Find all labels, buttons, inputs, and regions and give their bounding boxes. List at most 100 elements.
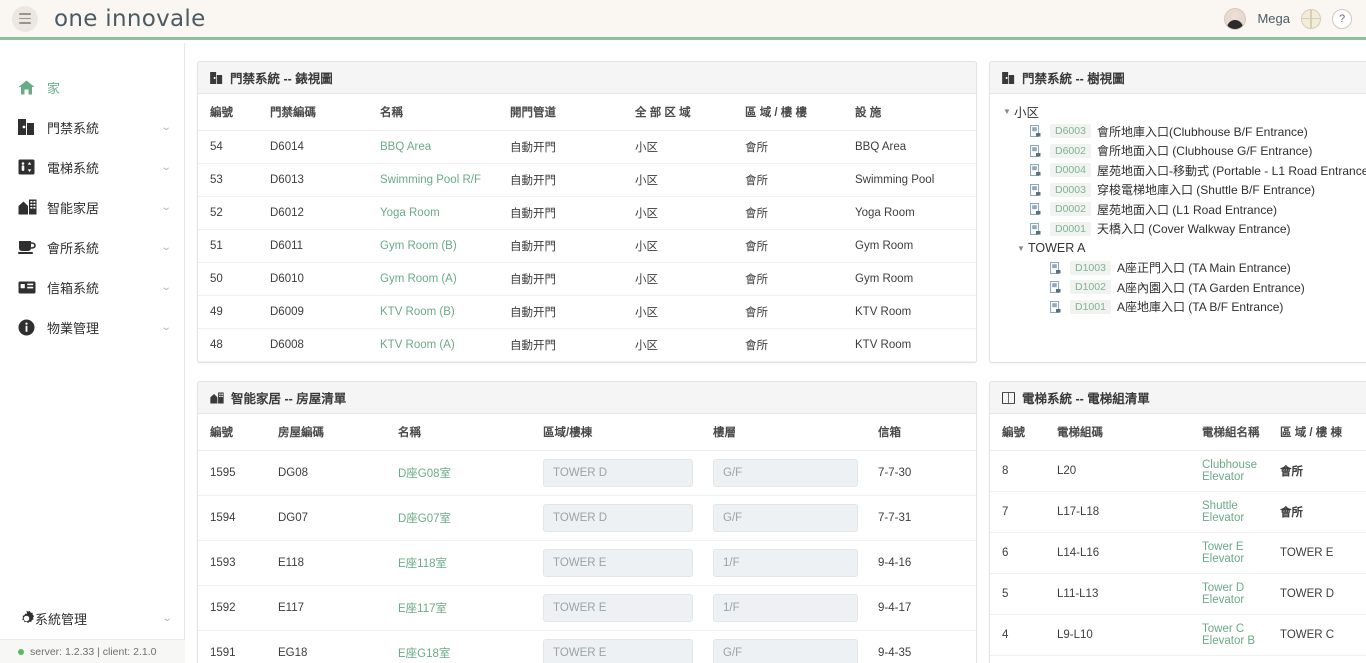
table-row[interactable]: 7 L17-L18 Shuttle Elevator 會所 [990,491,1366,533]
table-row[interactable]: 1591 EG18 E座G18室 TOWER E G/F 9-4-35 [198,630,976,663]
table-row[interactable]: 50 D6010 Gym Room (A) 自動开門 小区 會所 Gym Roo… [198,262,976,296]
col-header[interactable]: 區 域 / 樓 樓 [733,94,843,131]
col-header[interactable]: 區域/樓棟 [531,414,701,451]
table-row[interactable]: 6 L14-L16 Tower E Elevator TOWER E [990,532,1366,574]
chevron-down-icon[interactable]: ▼ [1000,107,1014,116]
user-name[interactable]: Mega [1257,11,1290,26]
table-row[interactable]: 1595 DG08 D座G08室 TOWER D G/F 7-7-30 [198,450,976,496]
tower-input[interactable]: TOWER D [543,504,693,532]
cell-name-link[interactable]: E座G18室 [386,630,531,663]
tree-node-leaf[interactable]: D1001 A座地庫入口 (TA B/F Entrance) [1000,297,1366,317]
cell-name-link[interactable]: KTV Room (A) [368,328,498,362]
sidebar-footer: 系統管理 ⌄ server: 1.2.33 | client: 2.1.0 [0,597,185,663]
chevron-down-icon[interactable]: ⌄ [160,282,171,293]
sidebar-item-smart-home[interactable]: 智能家居 ⌄ [0,187,184,227]
table-row[interactable]: 48 D6008 KTV Room (A) 自動开門 小区 會所 KTV Roo… [198,328,976,362]
col-header[interactable]: 信箱 [866,414,976,451]
col-header[interactable]: 門禁編碼 [258,94,368,131]
tree-node-leaf[interactable]: D0004 屋苑地面入口-移動式 (Portable - L1 Road Ent… [1000,161,1366,181]
table-row[interactable]: 5 L11-L13 Tower D Elevator TOWER D [990,573,1366,615]
cell-name-link[interactable]: KTV Room (B) [368,295,498,329]
tower-input[interactable]: TOWER E [543,594,693,622]
sidebar-item-clubhouse[interactable]: 會所系統 ⌄ [0,227,184,267]
cell-name-link[interactable]: Swimming Pool R/F [368,163,498,197]
col-header[interactable]: 電梯組碼 [1045,414,1190,451]
cell-name-link[interactable]: Clubhouse Elevator [1190,450,1268,492]
table-row[interactable]: 51 D6011 Gym Room (B) 自動开門 小区 會所 Gym Roo… [198,229,976,263]
floor-input[interactable]: 1/F [713,549,858,577]
chevron-down-icon[interactable]: ⌄ [160,122,171,133]
cell-name-link[interactable]: Tower E Elevator [1190,532,1268,574]
col-header[interactable]: 開門管道 [498,94,623,131]
table-row[interactable]: 52 D6012 Yoga Room 自動开門 小区 會所 Yoga Room [198,196,976,230]
table-row[interactable]: 54 D6014 BBQ Area 自動开門 小区 會所 BBQ Area [198,130,976,164]
table-row[interactable]: 3 L7-L8 Tower C Elevator A TOWER C [990,655,1366,663]
tree-node-leaf[interactable]: D1002 A座內園入口 (TA Garden Entrance) [1000,278,1366,298]
col-header[interactable]: 設 施 [843,94,976,131]
cell-name-link[interactable]: E座118室 [386,540,531,586]
cell-name-link[interactable]: E座117室 [386,585,531,631]
table-row[interactable]: 49 D6009 KTV Room (B) 自動开門 小区 會所 KTV Roo… [198,295,976,329]
sidebar-item-property[interactable]: 物業管理 ⌄ [0,307,184,347]
chevron-down-icon[interactable]: ▼ [1014,244,1028,253]
globe-icon[interactable] [1301,8,1321,29]
col-header[interactable]: 電梯組名稱 [1190,414,1268,451]
sidebar-item-access-control[interactable]: 門禁系統 ⌄ [0,107,184,147]
cell-name-link[interactable]: D座G08室 [386,450,531,496]
col-header[interactable]: 樓層 [701,414,866,451]
table-row[interactable]: 1593 E118 E座118室 TOWER E 1/F 9-4-16 [198,540,976,586]
tree-node-leaf[interactable]: D6003 會所地庫入口(Clubhouse B/F Entrance) [1000,122,1366,142]
tree-node-leaf[interactable]: D0002 屋苑地面入口 (L1 Road Entrance) [1000,200,1366,220]
cell-name-link[interactable]: Tower C Elevator A [1190,655,1268,663]
tree-node-leaf[interactable]: D1003 A座正門入口 (TA Main Entrance) [1000,258,1366,278]
sidebar-item-home[interactable]: 家 [0,67,184,107]
chevron-down-icon[interactable]: ⌄ [161,613,172,624]
help-icon[interactable]: ? [1332,8,1352,29]
col-header[interactable]: 房屋編碼 [266,414,386,451]
tree-node-leaf[interactable]: D0003 穿梭電梯地庫入口 (Shuttle B/F Entrance) [1000,180,1366,200]
tree-node-leaf[interactable]: D0001 天橋入口 (Cover Walkway Entrance) [1000,219,1366,239]
col-header[interactable]: 編號 [198,414,266,451]
tree-node-root[interactable]: ▼ TOWER A [1000,239,1366,259]
chevron-down-icon[interactable]: ⌄ [160,242,171,253]
sidebar-item-mailbox[interactable]: 信箱系統 ⌄ [0,267,184,307]
col-header[interactable]: 名稱 [386,414,531,451]
cell-name-link[interactable]: D座G07室 [386,495,531,541]
sidebar-item-system-admin[interactable]: 系統管理 ⌄ [0,597,185,639]
cell-name-link[interactable]: BBQ Area [368,130,498,164]
floor-input[interactable]: G/F [713,639,858,663]
chevron-down-icon[interactable]: ⌄ [160,202,171,213]
cell-name-link[interactable]: Shuttle Elevator [1190,491,1268,533]
floor-input[interactable]: G/F [713,459,858,487]
col-header[interactable]: 全 部 区 域 [623,94,733,131]
tree-node-root[interactable]: ▼ 小区 [1000,102,1366,122]
tree-node-leaf[interactable]: D6002 會所地面入口 (Clubhouse G/F Entrance) [1000,141,1366,161]
smart-home-icon [18,199,38,215]
chevron-down-icon[interactable]: ⌄ [160,162,171,173]
col-header[interactable]: 編號 [198,94,258,131]
col-header[interactable]: 編號 [990,414,1045,451]
sidebar-item-elevator[interactable]: 電梯系統 ⌄ [0,147,184,187]
cell-name-link[interactable]: Tower C Elevator B [1190,614,1268,656]
avatar[interactable] [1224,7,1247,30]
hamburger-icon[interactable] [12,5,38,32]
tower-input[interactable]: TOWER E [543,549,693,577]
cell-name-link[interactable]: Gym Room (A) [368,262,498,296]
floor-input[interactable]: G/F [713,504,858,532]
cell-name-link[interactable]: Yoga Room [368,196,498,230]
table-row[interactable]: 1592 E117 E座117室 TOWER E 1/F 9-4-17 [198,585,976,631]
chevron-down-icon[interactable]: ⌄ [160,322,171,333]
cell-name-link[interactable]: Tower D Elevator [1190,573,1268,615]
table-row[interactable]: 1594 DG07 D座G07室 TOWER D G/F 7-7-31 [198,495,976,541]
col-header[interactable]: 區 域 / 樓 棟 [1268,414,1366,451]
table-row[interactable]: 4 L9-L10 Tower C Elevator B TOWER C [990,614,1366,656]
table-row[interactable]: 53 D6013 Swimming Pool R/F 自動开門 小区 會所 Sw… [198,163,976,197]
mailbox-icon [18,280,38,295]
cell-name-link[interactable]: Gym Room (B) [368,229,498,263]
table-row[interactable]: 8 L20 Clubhouse Elevator 會所 [990,450,1366,492]
tower-input[interactable]: TOWER D [543,459,693,487]
floor-input[interactable]: 1/F [713,594,858,622]
cell-code: E118 [266,540,386,586]
col-header[interactable]: 名稱 [368,94,498,131]
tower-input[interactable]: TOWER E [543,639,693,663]
